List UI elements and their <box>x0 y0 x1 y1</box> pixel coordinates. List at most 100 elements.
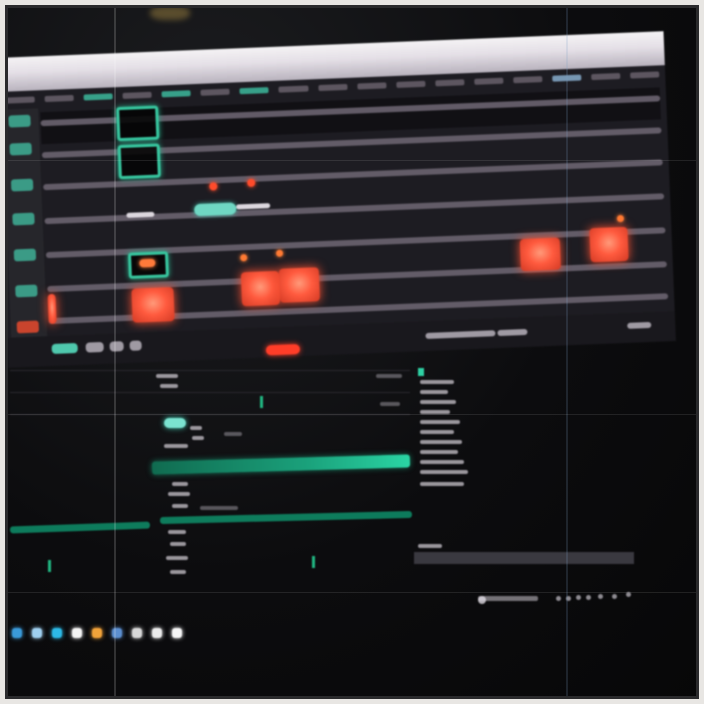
inspector-label <box>168 530 186 534</box>
ruler-segment[interactable] <box>395 80 426 88</box>
caption-field[interactable] <box>414 552 634 564</box>
clip-outlined[interactable] <box>127 251 169 279</box>
inspector-label <box>156 374 178 378</box>
info-icon[interactable] <box>478 596 486 604</box>
tool-button[interactable] <box>109 341 124 352</box>
tool-button[interactable] <box>129 340 142 351</box>
track-solo-button[interactable] <box>13 248 37 262</box>
track-mute-button[interactable] <box>12 212 35 226</box>
ruler-segment[interactable] <box>591 72 621 81</box>
list-item[interactable] <box>420 470 468 474</box>
ruler-segment[interactable] <box>513 76 543 84</box>
marker-icon[interactable] <box>240 254 248 262</box>
page-dot[interactable] <box>556 596 561 601</box>
photo-fold-line <box>114 0 116 704</box>
inspector-value <box>376 374 402 378</box>
clip-filled[interactable] <box>131 287 175 323</box>
list-item[interactable] <box>420 450 458 454</box>
ruler-segment[interactable] <box>44 94 74 103</box>
track-header-strip <box>2 108 49 366</box>
clip-filled[interactable] <box>519 237 561 272</box>
ruler-segment-selected[interactable] <box>161 90 192 98</box>
ruler-segment[interactable] <box>200 88 231 96</box>
marker-icon[interactable] <box>616 214 625 223</box>
ruler-segment[interactable] <box>630 71 660 79</box>
play-icon[interactable] <box>51 342 78 354</box>
inspector-label <box>160 384 178 388</box>
dock-app-icon[interactable] <box>152 628 162 638</box>
ruler-segment[interactable] <box>278 85 309 93</box>
record-dot-icon[interactable] <box>247 178 256 188</box>
dock-app-icon[interactable] <box>132 628 142 638</box>
ruler-segment[interactable] <box>356 82 387 90</box>
list-item[interactable] <box>420 400 456 404</box>
status-readout <box>478 596 538 601</box>
list-item[interactable] <box>420 440 462 444</box>
ruler-segment-selected[interactable] <box>83 93 113 101</box>
list-item[interactable] <box>420 380 454 384</box>
dock-app-icon[interactable] <box>32 628 42 638</box>
track-record-button[interactable] <box>16 320 40 334</box>
clip-filled[interactable] <box>589 226 629 263</box>
dock-app-icon[interactable] <box>172 628 182 638</box>
track-solo-button[interactable] <box>9 142 32 156</box>
page-dot[interactable] <box>586 595 591 600</box>
tool-button[interactable] <box>85 341 104 353</box>
selected-region[interactable] <box>194 202 237 217</box>
inspector-label <box>192 436 204 440</box>
clip-filled[interactable] <box>278 267 321 303</box>
ruler-segment[interactable] <box>122 91 152 99</box>
list-item[interactable] <box>420 482 464 486</box>
ruler-segment[interactable] <box>434 79 465 87</box>
horizontal-scrollbar[interactable] <box>9 521 151 534</box>
list-item[interactable] <box>420 390 448 394</box>
reflection-blob <box>150 6 190 20</box>
dock-app-icon[interactable] <box>92 628 102 638</box>
clip-level-meter <box>139 258 156 268</box>
track-mute-button[interactable] <box>8 114 31 128</box>
clip-filled[interactable] <box>47 293 57 325</box>
inspector-value <box>380 402 400 406</box>
ruler-segment[interactable] <box>317 83 348 92</box>
inspector-label <box>170 542 186 546</box>
inspector-label <box>164 444 188 448</box>
list-item[interactable] <box>420 460 464 464</box>
page-dot[interactable] <box>612 594 617 599</box>
record-dot-icon[interactable] <box>209 182 218 191</box>
dock-app-icon[interactable] <box>72 628 82 638</box>
list-item[interactable] <box>420 430 454 434</box>
inspector-label <box>190 426 202 430</box>
inspector-label <box>172 504 188 508</box>
caption-label <box>418 544 442 548</box>
clip-outlined[interactable] <box>116 105 160 142</box>
list-item[interactable] <box>420 420 460 424</box>
dock-app-icon[interactable] <box>12 628 22 638</box>
inspector-label <box>168 492 190 496</box>
ruler-segment[interactable] <box>5 96 35 104</box>
progress-track[interactable] <box>159 510 413 525</box>
photo-scan-line <box>0 414 704 415</box>
clip-filled[interactable] <box>240 270 281 307</box>
dock-app-icon[interactable] <box>52 628 62 638</box>
photo-scan-line <box>0 592 704 593</box>
settings-icon[interactable] <box>627 321 652 329</box>
track-lane[interactable] <box>44 193 665 225</box>
clip-outlined[interactable] <box>117 143 161 180</box>
selected-inspector-row[interactable] <box>151 454 411 475</box>
list-cursor <box>418 368 424 376</box>
photo-of-monitor <box>0 0 704 704</box>
ruler-segment[interactable] <box>473 77 504 85</box>
track-arm-button[interactable] <box>15 284 38 298</box>
record-button[interactable] <box>265 344 301 356</box>
inspector-toggle[interactable] <box>164 418 186 428</box>
page-dot[interactable] <box>576 595 581 600</box>
marker-icon[interactable] <box>275 249 284 257</box>
inspector-label <box>172 482 188 486</box>
track-arm-button[interactable] <box>10 178 34 192</box>
zoom-slider-handle[interactable] <box>497 328 528 337</box>
ruler-segment-selected[interactable] <box>239 87 270 95</box>
page-dot[interactable] <box>598 594 603 599</box>
zoom-slider[interactable] <box>425 330 496 339</box>
inspector-label <box>166 556 188 560</box>
inspector-label <box>170 570 186 574</box>
